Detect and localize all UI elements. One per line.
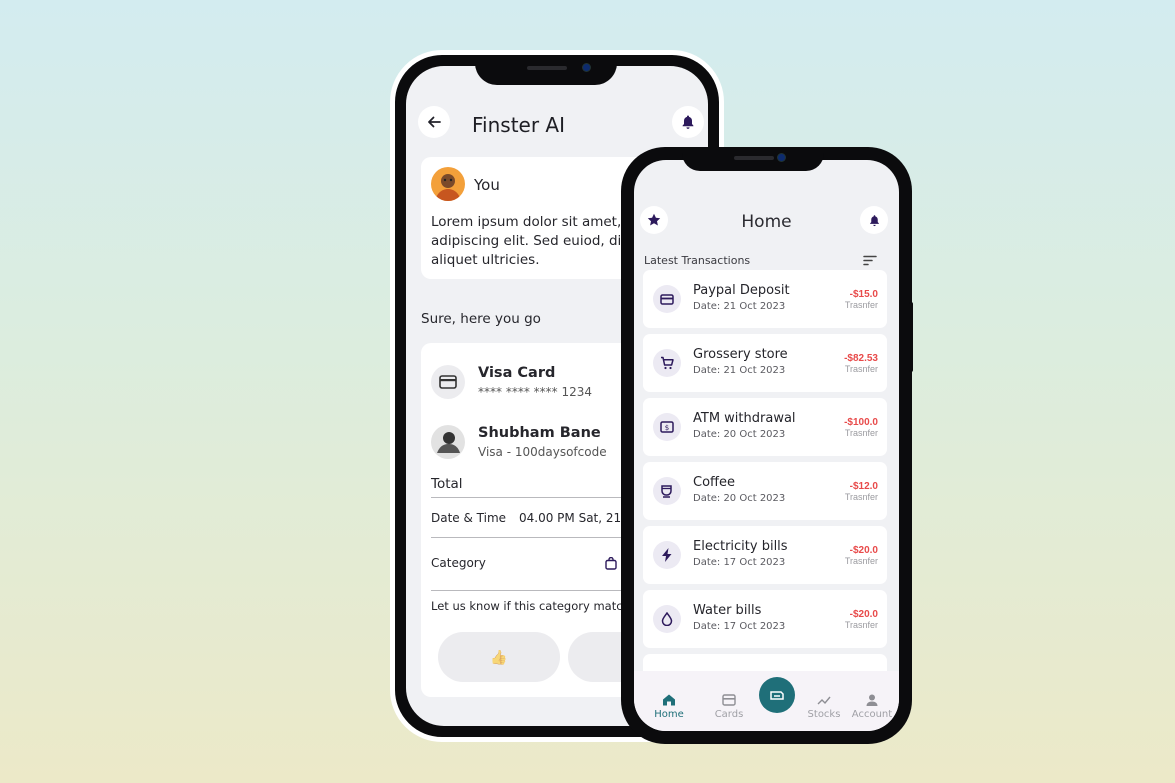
message-line-1: Lorem ipsum dolor sit amet, c [431, 214, 633, 230]
water-drop-icon [653, 605, 681, 633]
home-phone: Home Latest Transactions Paypal Deposit … [621, 147, 913, 744]
card-icon-wrap [431, 365, 465, 399]
notifications-button[interactable] [672, 106, 704, 138]
transaction-date: Date: 21 Oct 2023 [693, 301, 786, 312]
transaction-name: Electricity bills [693, 539, 788, 554]
nav-stocks-label: Stocks [807, 709, 841, 720]
transaction-row[interactable]: Grossery store Date: 21 Oct 2023 -$82.53… [643, 334, 887, 392]
cash-icon: $ [653, 413, 681, 441]
nav-home[interactable]: Home [644, 693, 694, 720]
notifications-button[interactable] [860, 206, 888, 234]
page-title: Finster AI [472, 113, 566, 137]
transaction-amount: -$20.0 [849, 609, 878, 620]
notch [682, 147, 824, 171]
transaction-row[interactable]: Water bills Date: 17 Oct 2023 -$20.0 Tra… [643, 590, 887, 648]
coffee-cup-icon [653, 477, 681, 505]
credit-card-icon [722, 694, 736, 706]
message-line-2: adipiscing elit. Sed euiod, diar [431, 233, 636, 249]
transaction-amount: -$100.0 [844, 417, 878, 428]
category-label: Category [431, 556, 486, 570]
datetime-label: Date & Time [431, 511, 507, 525]
transaction-name: Paypal Deposit [693, 283, 790, 298]
transaction-name: ATM withdrawal [693, 411, 796, 426]
card-number: **** **** **** 1234 [478, 385, 592, 399]
transaction-name: Grossery store [693, 347, 788, 362]
home-screen: Home Latest Transactions Paypal Deposit … [634, 160, 899, 731]
section-title: Latest Transactions [644, 254, 751, 267]
home-icon [663, 694, 675, 706]
payee-name: Shubham Bane [478, 425, 601, 441]
transaction-name: Water bills [693, 603, 762, 618]
datetime-value: 04.00 PM Sat, 21 O [519, 511, 635, 525]
feedback-prompt: Let us know if this category match [431, 599, 630, 613]
nav-cards-label: Cards [714, 709, 744, 720]
nav-cards[interactable]: Cards [704, 693, 754, 720]
payee-avatar [431, 425, 465, 459]
thumbs-up-button[interactable]: 👍 [438, 632, 560, 682]
card-title: Visa Card [478, 365, 556, 381]
nav-account[interactable]: Account [847, 693, 897, 720]
transaction-amount: -$15.0 [849, 289, 878, 300]
notch [475, 55, 617, 85]
transaction-type: Trasnfer [844, 492, 878, 502]
transaction-row[interactable]: $ ATM withdrawal Date: 20 Oct 2023 -$100… [643, 398, 887, 456]
transaction-date: Date: 20 Oct 2023 [693, 429, 786, 440]
bottom-nav: Home Cards Stocks Account [634, 671, 899, 731]
ai-reply: Sure, here you go [421, 311, 541, 327]
transaction-type: Trasnfer [844, 364, 878, 374]
transaction-amount: -$12.0 [849, 481, 878, 492]
arrow-left-icon [428, 116, 441, 128]
credit-card-icon [439, 375, 457, 389]
total-label: Total [431, 476, 463, 492]
transaction-date: Date: 17 Oct 2023 [693, 621, 786, 632]
shopping-bag-icon[interactable] [605, 557, 617, 570]
cart-icon [653, 349, 681, 377]
transaction-date: Date: 20 Oct 2023 [693, 493, 786, 504]
transaction-type: Trasnfer [844, 300, 878, 310]
message-line-3: aliquet ultricies. [431, 252, 540, 268]
person-icon [866, 694, 878, 706]
transaction-amount: -$20.0 [849, 545, 878, 556]
back-button[interactable] [418, 106, 450, 138]
bell-icon [869, 214, 879, 226]
transaction-type: Trasnfer [844, 428, 878, 438]
credit-card-icon [653, 285, 681, 313]
nav-home-label: Home [654, 709, 684, 720]
transaction-date: Date: 17 Oct 2023 [693, 557, 786, 568]
stocks-icon [817, 696, 831, 705]
wallet-icon [770, 691, 784, 700]
filter-icon[interactable] [863, 255, 877, 266]
avatar [431, 167, 465, 201]
transaction-type: Trasnfer [844, 556, 878, 566]
svg-text:$: $ [665, 424, 669, 432]
nav-stocks[interactable]: Stocks [799, 693, 849, 720]
transaction-type: Trasnfer [844, 620, 878, 630]
transaction-row[interactable]: Electricity bills Date: 17 Oct 2023 -$20… [643, 526, 887, 584]
pay-button[interactable] [759, 677, 795, 713]
transaction-amount: -$82.53 [844, 353, 878, 364]
transaction-name: Coffee [693, 475, 735, 490]
side-button [909, 302, 913, 372]
bell-icon [682, 115, 694, 129]
payee-sub: Visa - 100daysofcode [478, 445, 607, 459]
user-name: You [474, 176, 500, 194]
transaction-row[interactable]: Coffee Date: 20 Oct 2023 -$12.0 Trasnfer [643, 462, 887, 520]
lightning-icon [653, 541, 681, 569]
thumbs-up-icon: 👍 [490, 648, 508, 665]
transaction-row[interactable]: Paypal Deposit Date: 21 Oct 2023 -$15.0 … [643, 270, 887, 328]
transaction-date: Date: 21 Oct 2023 [693, 365, 786, 376]
nav-account-label: Account [851, 709, 893, 720]
